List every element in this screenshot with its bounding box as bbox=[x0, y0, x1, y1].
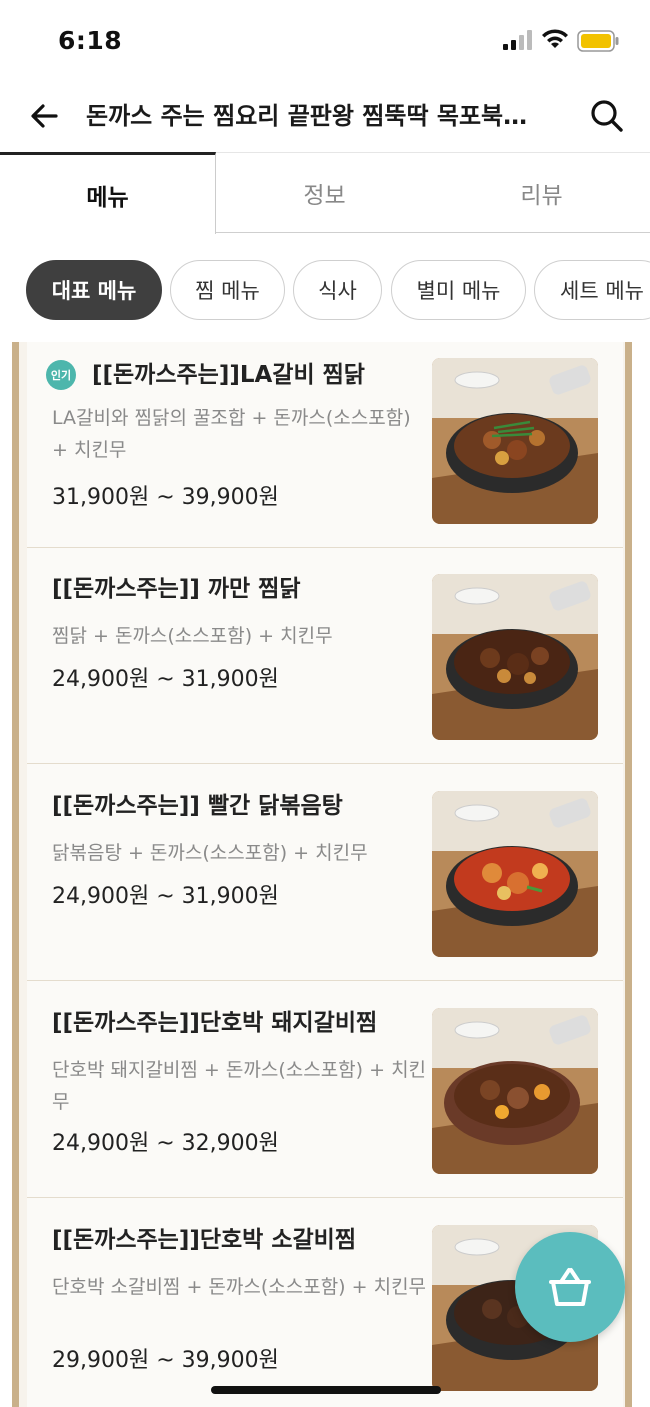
tab-bar: 메뉴 정보 리뷰 bbox=[0, 152, 650, 234]
tab-menu[interactable]: 메뉴 bbox=[0, 152, 216, 234]
menu-item-name: [[돈까스주는]]단호박 소갈비찜 bbox=[52, 1227, 356, 1253]
basket-icon bbox=[549, 1268, 591, 1306]
menu-item[interactable]: 인기 [[돈까스주는]]LA갈비 찜닭 LA갈비와 찜닭의 꿀조합 + 돈까스(… bbox=[27, 342, 623, 548]
cellular-signal-icon bbox=[503, 30, 532, 50]
menu-item[interactable]: [[돈까스주는]] 까만 찜닭 찜닭 + 돈까스(소스포함) + 치킨무 24,… bbox=[27, 548, 623, 764]
menu-item-description: 닭볶음탕 + 돈까스(소스포함) + 치킨무 bbox=[52, 842, 368, 864]
battery-icon bbox=[577, 30, 619, 52]
menu-item-price: 24,900원 ~ 31,900원 bbox=[52, 667, 279, 692]
menu-item-description: 찜닭 + 돈까스(소스포함) + 치킨무 bbox=[52, 625, 333, 647]
menu-item-description: 단호박 소갈비찜 + 돈까스(소스포함) + 치킨무 bbox=[52, 1276, 427, 1298]
status-time: 6:18 bbox=[58, 26, 123, 55]
menu-item-price: 24,900원 ~ 32,900원 bbox=[52, 1131, 279, 1156]
search-icon[interactable] bbox=[588, 97, 626, 135]
menu-item-photo bbox=[432, 574, 598, 740]
wifi-icon bbox=[542, 29, 568, 48]
menu-item-name: [[돈까스주는]] 빨간 닭볶음탕 bbox=[52, 793, 343, 819]
menu-item-price: 29,900원 ~ 39,900원 bbox=[52, 1348, 279, 1373]
menu-item[interactable]: [[돈까스주는]] 빨간 닭볶음탕 닭볶음탕 + 돈까스(소스포함) + 치킨무… bbox=[27, 765, 623, 981]
menu-item-photo bbox=[432, 1008, 598, 1174]
app-header: 돈까스 주는 찜요리 끝판왕 찜뚝딱 목포북… bbox=[0, 80, 650, 152]
tab-info[interactable]: 정보 bbox=[216, 152, 433, 234]
chip-featured-menu[interactable]: 대표 메뉴 bbox=[26, 260, 162, 320]
page-title: 돈까스 주는 찜요리 끝판왕 찜뚝딱 목포북… bbox=[86, 102, 528, 130]
popular-badge: 인기 bbox=[46, 360, 76, 390]
menu-item-photo bbox=[432, 791, 598, 957]
menu-item-price: 31,900원 ~ 39,900원 bbox=[52, 485, 279, 510]
category-chips: 대표 메뉴 찜 메뉴 식사 별미 메뉴 세트 메뉴 bbox=[0, 258, 650, 324]
menu-item[interactable]: [[돈까스주는]]단호박 돼지갈비찜 단호박 돼지갈비찜 + 돈까스(소스포함)… bbox=[27, 982, 623, 1198]
menu-item-name: [[돈까스주는]] 까만 찜닭 bbox=[52, 576, 301, 602]
chip-meals[interactable]: 식사 bbox=[293, 260, 382, 320]
menu-item-description: 단호박 돼지갈비찜 + 돈까스(소스포함) + 치킨무 bbox=[52, 1059, 427, 1113]
menu-item-photo bbox=[432, 358, 598, 524]
cart-button[interactable] bbox=[515, 1232, 625, 1342]
menu-item-name: [[돈까스주는]]단호박 돼지갈비찜 bbox=[52, 1010, 378, 1036]
status-bar: 6:18 bbox=[0, 0, 650, 80]
menu-item-price: 24,900원 ~ 31,900원 bbox=[52, 884, 279, 909]
menu-item-name: [[돈까스주는]]LA갈비 찜닭 bbox=[92, 362, 365, 388]
tab-reviews[interactable]: 리뷰 bbox=[433, 152, 650, 234]
chip-set-menu[interactable]: 세트 메뉴 bbox=[534, 260, 650, 320]
menu-item-description: LA갈비와 찜닭의 꿀조합 + 돈까스(소스포함) + 치킨무 bbox=[52, 407, 411, 461]
chip-steamed-menu[interactable]: 찜 메뉴 bbox=[170, 260, 285, 320]
chip-specialty-menu[interactable]: 별미 메뉴 bbox=[391, 260, 526, 320]
back-arrow-icon[interactable] bbox=[26, 97, 64, 135]
home-indicator bbox=[211, 1386, 441, 1394]
